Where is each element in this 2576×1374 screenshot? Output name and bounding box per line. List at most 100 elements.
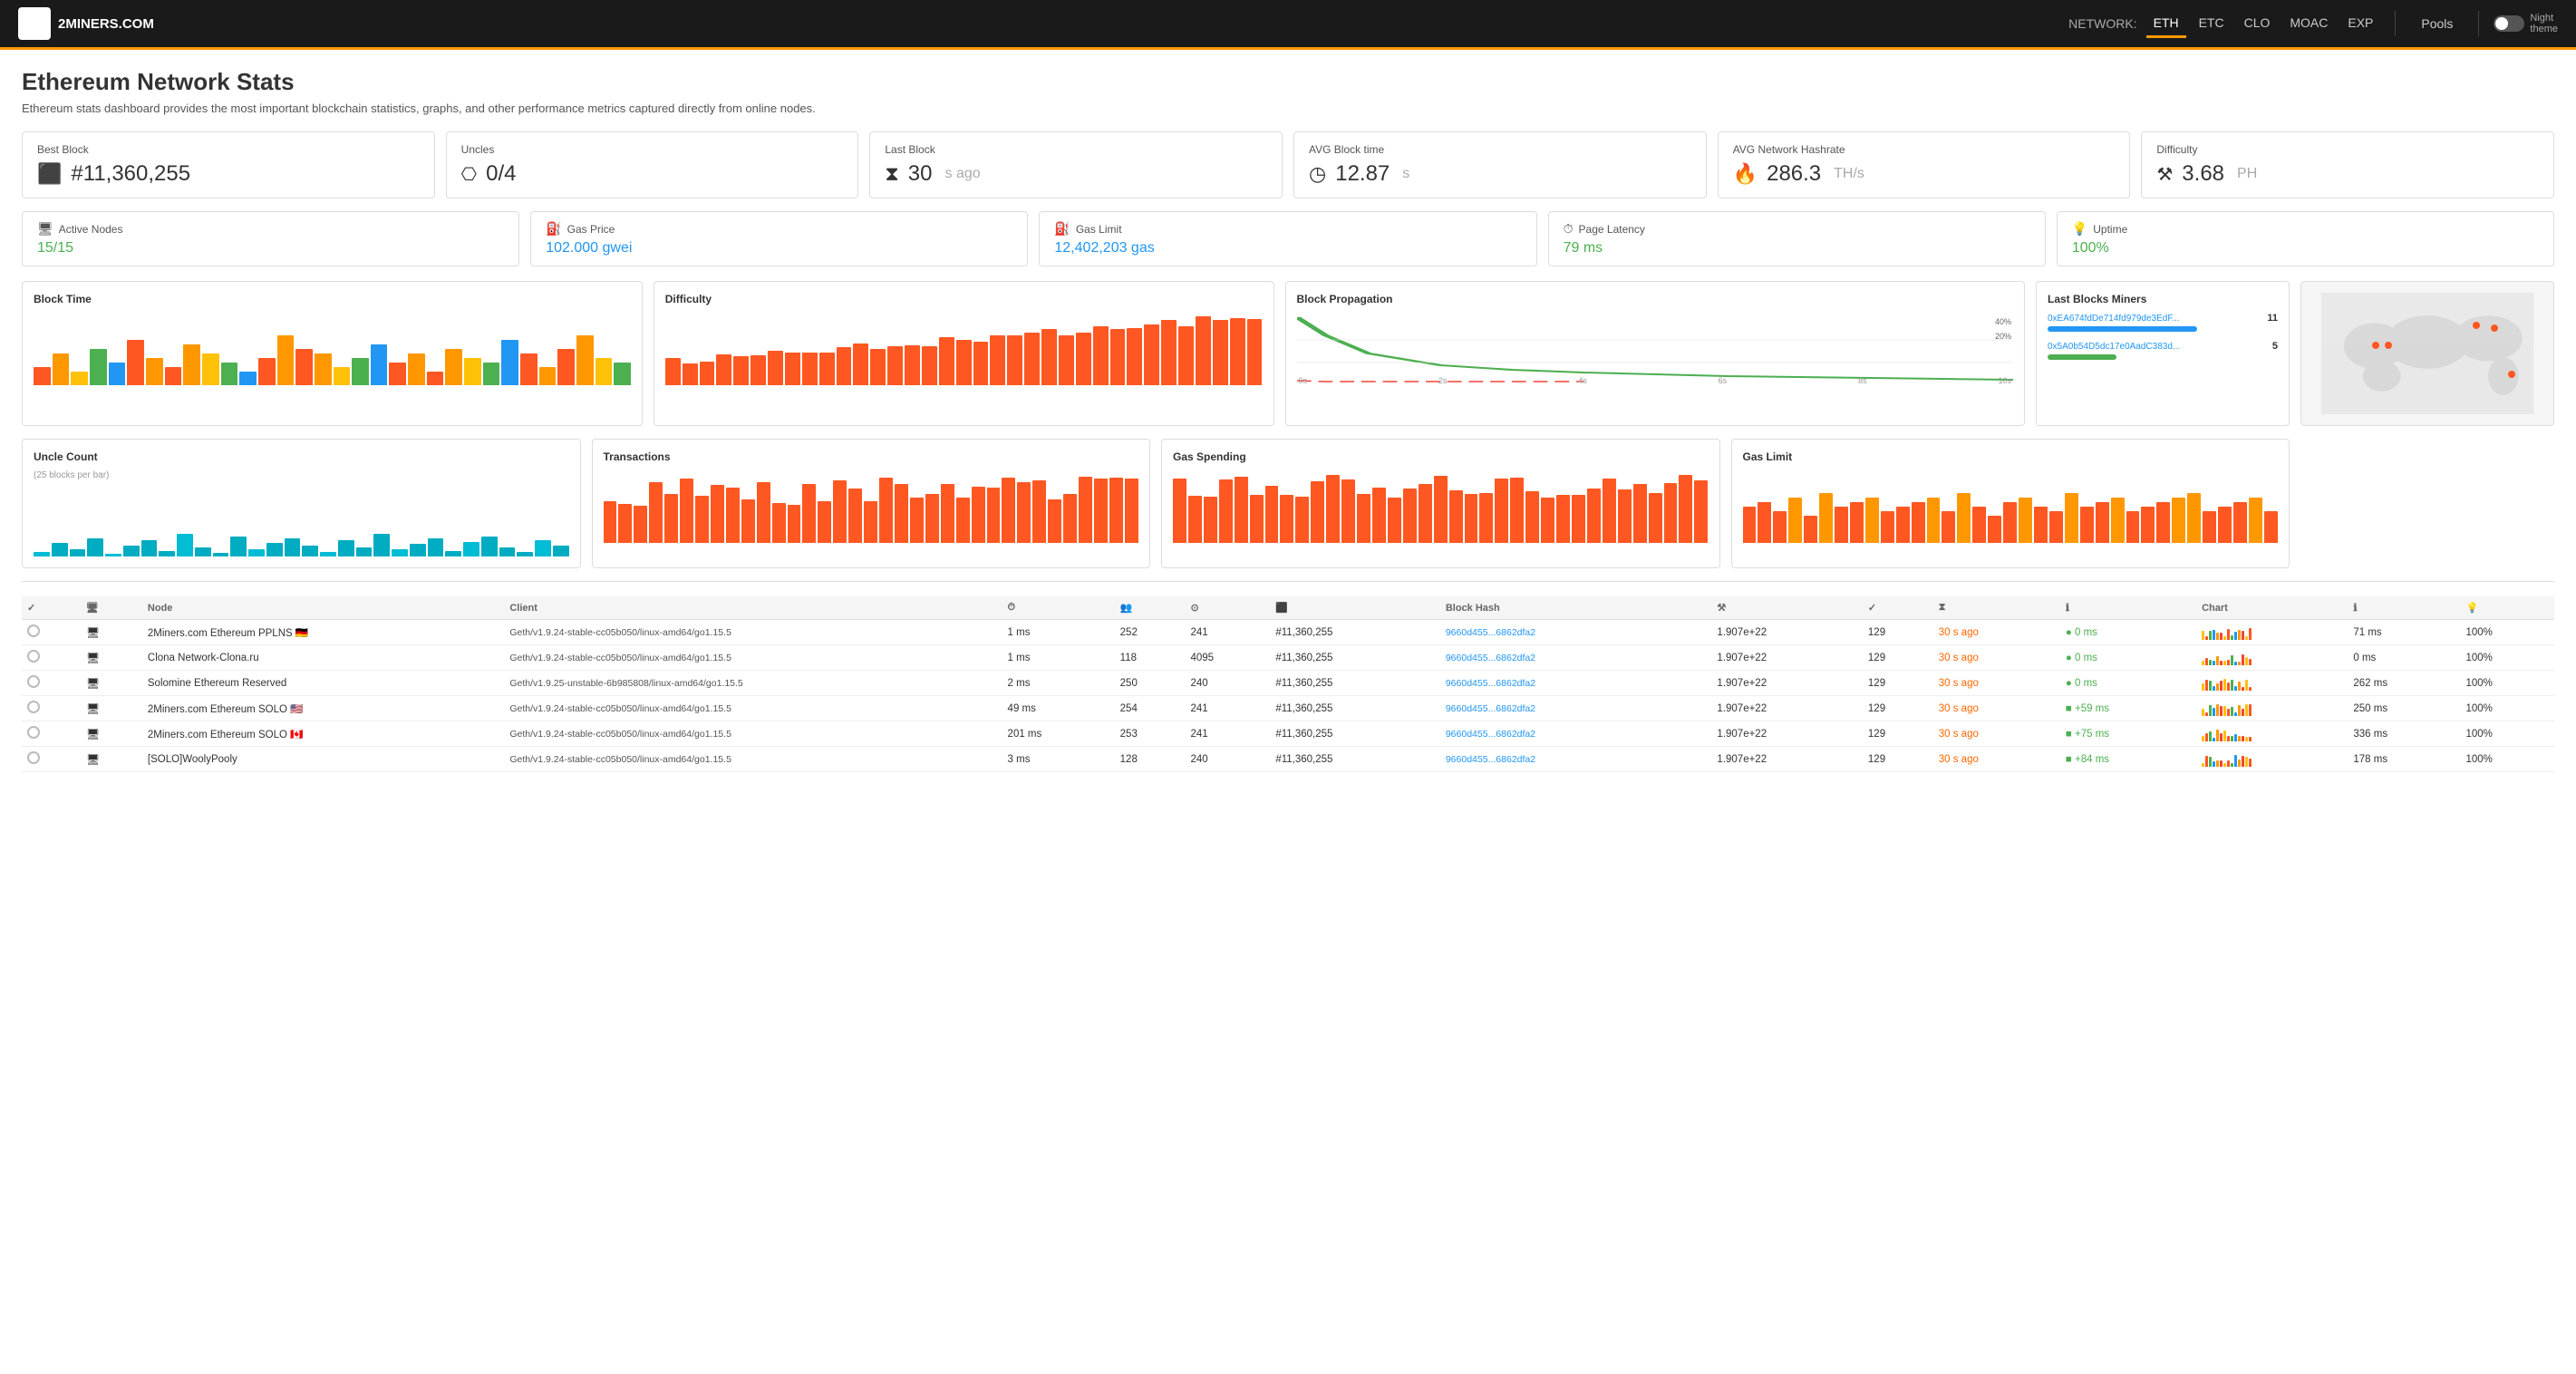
gas-spending-chart: Gas Spending — [1161, 439, 1720, 568]
td-circle[interactable] — [22, 671, 81, 696]
td-hash: 9660d455...6862dfa2 — [1440, 620, 1712, 645]
miner-address: 0xEA674fdDe714fd979de3EdF... 11 — [2048, 313, 2278, 324]
minibar — [2238, 682, 2241, 691]
bar — [649, 482, 663, 543]
bar — [239, 372, 257, 385]
circle-button[interactable] — [27, 701, 40, 713]
circle-button[interactable] — [27, 624, 40, 637]
stat2-value: 15/15 — [37, 240, 504, 256]
bar — [1587, 489, 1601, 543]
bar — [973, 342, 989, 385]
bar — [853, 344, 868, 385]
minibar — [2209, 705, 2212, 716]
bar — [177, 534, 193, 556]
td-name: Solomine Ethereum Reserved — [142, 671, 504, 696]
spark-chart — [2202, 676, 2342, 691]
td-peers: 118 — [1115, 645, 1186, 671]
bar — [352, 358, 369, 385]
minibar — [2202, 631, 2204, 640]
bar — [939, 337, 954, 385]
td-diff: 1.907e+22 — [1711, 721, 1862, 747]
minibar — [2216, 683, 2219, 691]
bar — [315, 353, 332, 385]
main-content: Ethereum Network Stats Ethereum stats da… — [0, 50, 2576, 790]
minibar — [2227, 709, 2230, 716]
bar — [1076, 333, 1091, 385]
td-txs: 129 — [1863, 620, 1933, 645]
bar — [741, 499, 755, 543]
td-diff: 1.907e+22 — [1711, 620, 1862, 645]
bar — [53, 353, 70, 385]
bar — [1059, 335, 1074, 385]
minibar — [2202, 763, 2204, 767]
bar — [2111, 498, 2125, 543]
nav-clo[interactable]: CLO — [2237, 10, 2278, 38]
toggle-switch[interactable] — [2494, 15, 2524, 32]
stat-best-block: Best Block ⬛ #11,360,255 — [22, 131, 435, 198]
td-circle[interactable] — [22, 620, 81, 645]
stat-number: 0/4 — [486, 161, 516, 187]
world-map-svg — [2312, 293, 2542, 414]
td-client: Geth/v1.9.24-stable-cc05b050/linux-amd64… — [504, 721, 1002, 747]
nav-exp[interactable]: EXP — [2340, 10, 2380, 38]
td-propagation: ● 0 ms — [2060, 620, 2196, 645]
bar — [1572, 495, 1585, 543]
bar — [1235, 477, 1248, 543]
table-section: ✓ 🖥 Node Client ⏱ 👥 ⊙ ⬛ Block Hash ⚒ ✓ ⧗… — [22, 581, 2554, 772]
td-circle[interactable] — [22, 696, 81, 721]
td-update: 30 s ago — [1933, 671, 2060, 696]
circle-button[interactable] — [27, 751, 40, 764]
bar — [733, 356, 749, 385]
td-txs: 129 — [1863, 671, 1933, 696]
bar — [1525, 491, 1539, 543]
td-name: Clona Network-Clona.ru — [142, 645, 504, 671]
bar — [1032, 480, 1046, 543]
night-theme-toggle[interactable]: Nighttheme — [2494, 13, 2558, 34]
bar — [1664, 483, 1678, 543]
map-dot — [2491, 324, 2498, 332]
circle-button[interactable] — [27, 650, 40, 663]
td-circle[interactable] — [22, 747, 81, 772]
td-circle[interactable] — [22, 721, 81, 747]
minibar — [2209, 660, 2212, 665]
td-update: 30 s ago — [1933, 645, 2060, 671]
bar — [987, 488, 1001, 543]
bar — [481, 537, 498, 556]
nav-eth[interactable]: ETH — [2146, 10, 2186, 38]
stats-row-1: Best Block ⬛ #11,360,255 Uncles ⎔ 0/4 La… — [22, 131, 2554, 198]
bar — [1125, 479, 1138, 543]
minibar — [2249, 628, 2252, 640]
world-map-card — [2300, 281, 2554, 426]
pools-link[interactable]: Pools — [2410, 11, 2464, 36]
table-row: 🖥 [SOLO]WoolyPooly Geth/v1.9.24-stable-c… — [22, 747, 2554, 772]
nav-moac[interactable]: MOAC — [2282, 10, 2335, 38]
bar — [1311, 481, 1324, 543]
difficulty-chart: Difficulty — [654, 281, 1274, 426]
th-latency: ⏱ — [1002, 596, 1115, 620]
bar — [1479, 493, 1493, 543]
stat2-label: 🖥 Active Nodes — [37, 221, 504, 237]
td-diff: 1.907e+22 — [1711, 671, 1862, 696]
stat2-value: 12,402,203 gas — [1054, 240, 1521, 256]
circle-button[interactable] — [27, 675, 40, 688]
bar — [1603, 479, 1616, 543]
bar — [870, 349, 886, 385]
bar — [2233, 502, 2247, 543]
bar — [1819, 493, 1833, 543]
nav-etc[interactable]: ETC — [2192, 10, 2232, 38]
stat-unit: PH — [2237, 166, 2257, 182]
brand[interactable]: ⛏ 2MINERS.COM — [18, 7, 154, 40]
stat-unit: s ago — [945, 166, 981, 182]
propagation-chart: Block Propagation 40%20% 0s2s4s6s8s10s — [1285, 281, 2026, 426]
th-uptime: 💡 — [2460, 596, 2554, 620]
stat-label: Uncles — [461, 143, 844, 156]
bar — [146, 358, 163, 385]
bar — [864, 501, 877, 543]
th-prop: ℹ — [2060, 596, 2196, 620]
chart-area — [1173, 470, 1709, 543]
td-circle[interactable] — [22, 645, 81, 671]
chart-title: Uncle Count — [34, 450, 569, 463]
stat-value: ⬛ #11,360,255 — [37, 161, 420, 187]
circle-button[interactable] — [27, 726, 40, 739]
prop-axis: 0s2s4s6s8s10s — [1297, 376, 2014, 385]
